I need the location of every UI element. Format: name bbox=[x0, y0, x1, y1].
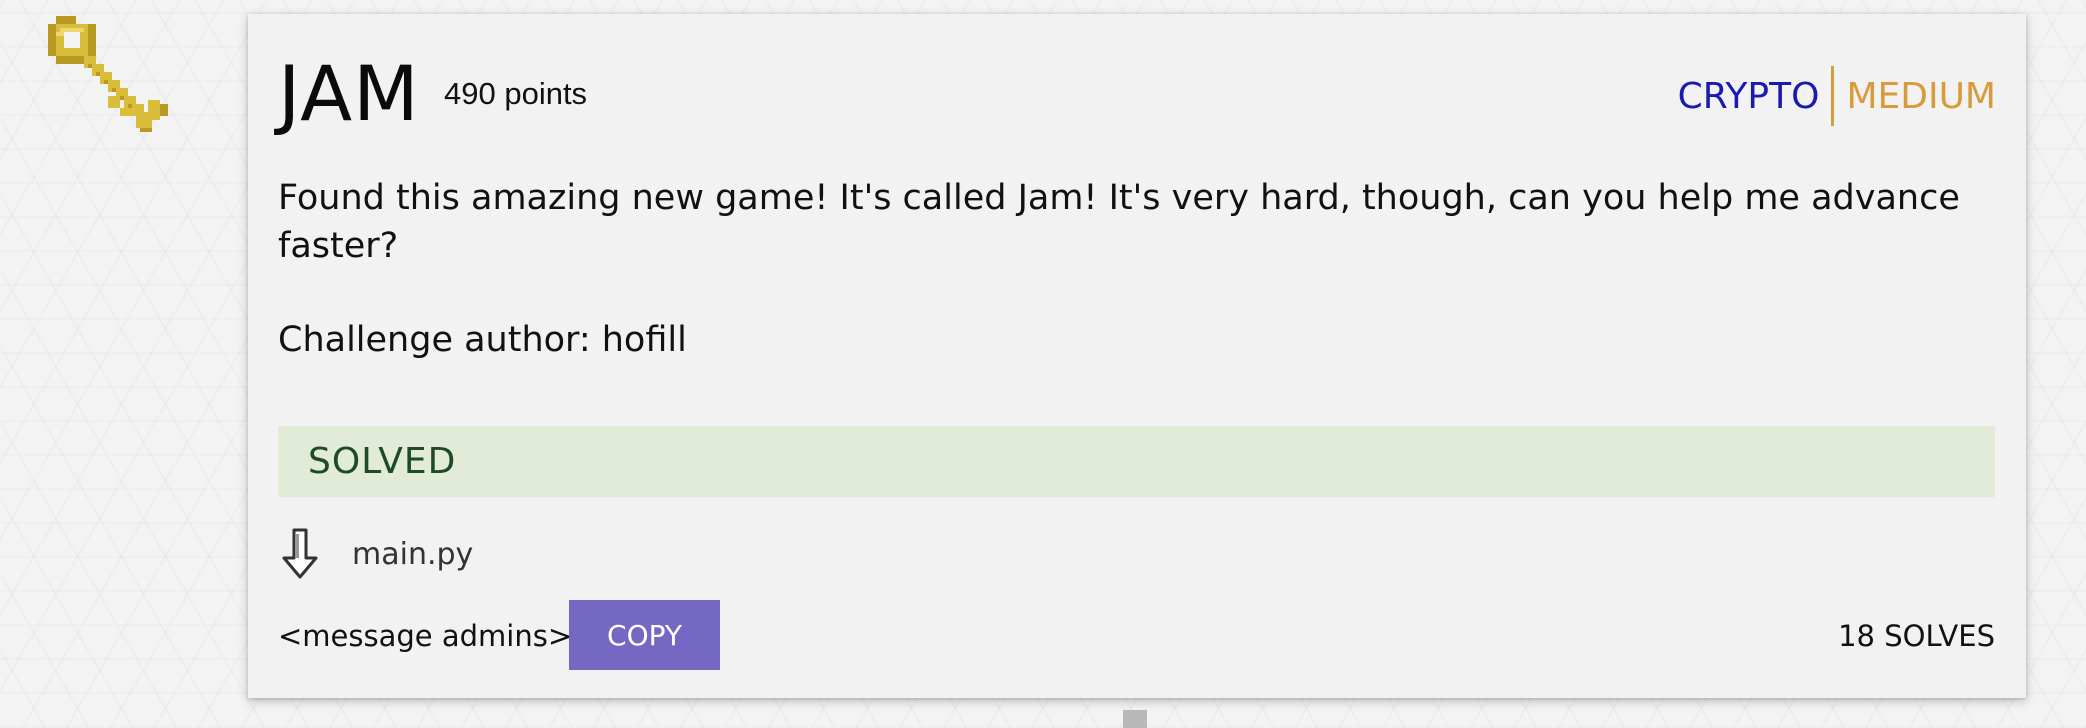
challenge-footer: <message admins> COPY 18 SOLVES bbox=[278, 600, 1995, 670]
file-name[interactable]: main.py bbox=[352, 537, 473, 572]
download-arrow-icon bbox=[282, 528, 318, 579]
solves-count: 18 SOLVES bbox=[1838, 619, 1995, 653]
challenge-card: JAM 490 points CRYPTO MEDIUM Found this … bbox=[248, 14, 2026, 698]
file-download[interactable]: main.py bbox=[278, 526, 473, 582]
challenge-description: Found this amazing new game! It's called… bbox=[278, 178, 1960, 266]
solved-status-text: SOLVED bbox=[308, 441, 457, 482]
scroll-marker bbox=[1123, 710, 1147, 728]
copy-button[interactable]: COPY bbox=[569, 600, 720, 670]
key-icon bbox=[48, 16, 168, 132]
challenge-title: JAM bbox=[278, 49, 420, 138]
challenge-points: 490 points bbox=[444, 76, 588, 111]
difficulty-tag: MEDIUM bbox=[1846, 75, 1996, 117]
category-tag: CRYPTO bbox=[1677, 75, 1820, 117]
solved-status-banner: SOLVED bbox=[278, 426, 1995, 497]
message-admins-link[interactable]: <message admins> bbox=[278, 616, 572, 656]
challenge-author: Challenge author: hofill bbox=[278, 320, 687, 360]
challenge-tags: CRYPTO MEDIUM bbox=[1678, 66, 1996, 126]
